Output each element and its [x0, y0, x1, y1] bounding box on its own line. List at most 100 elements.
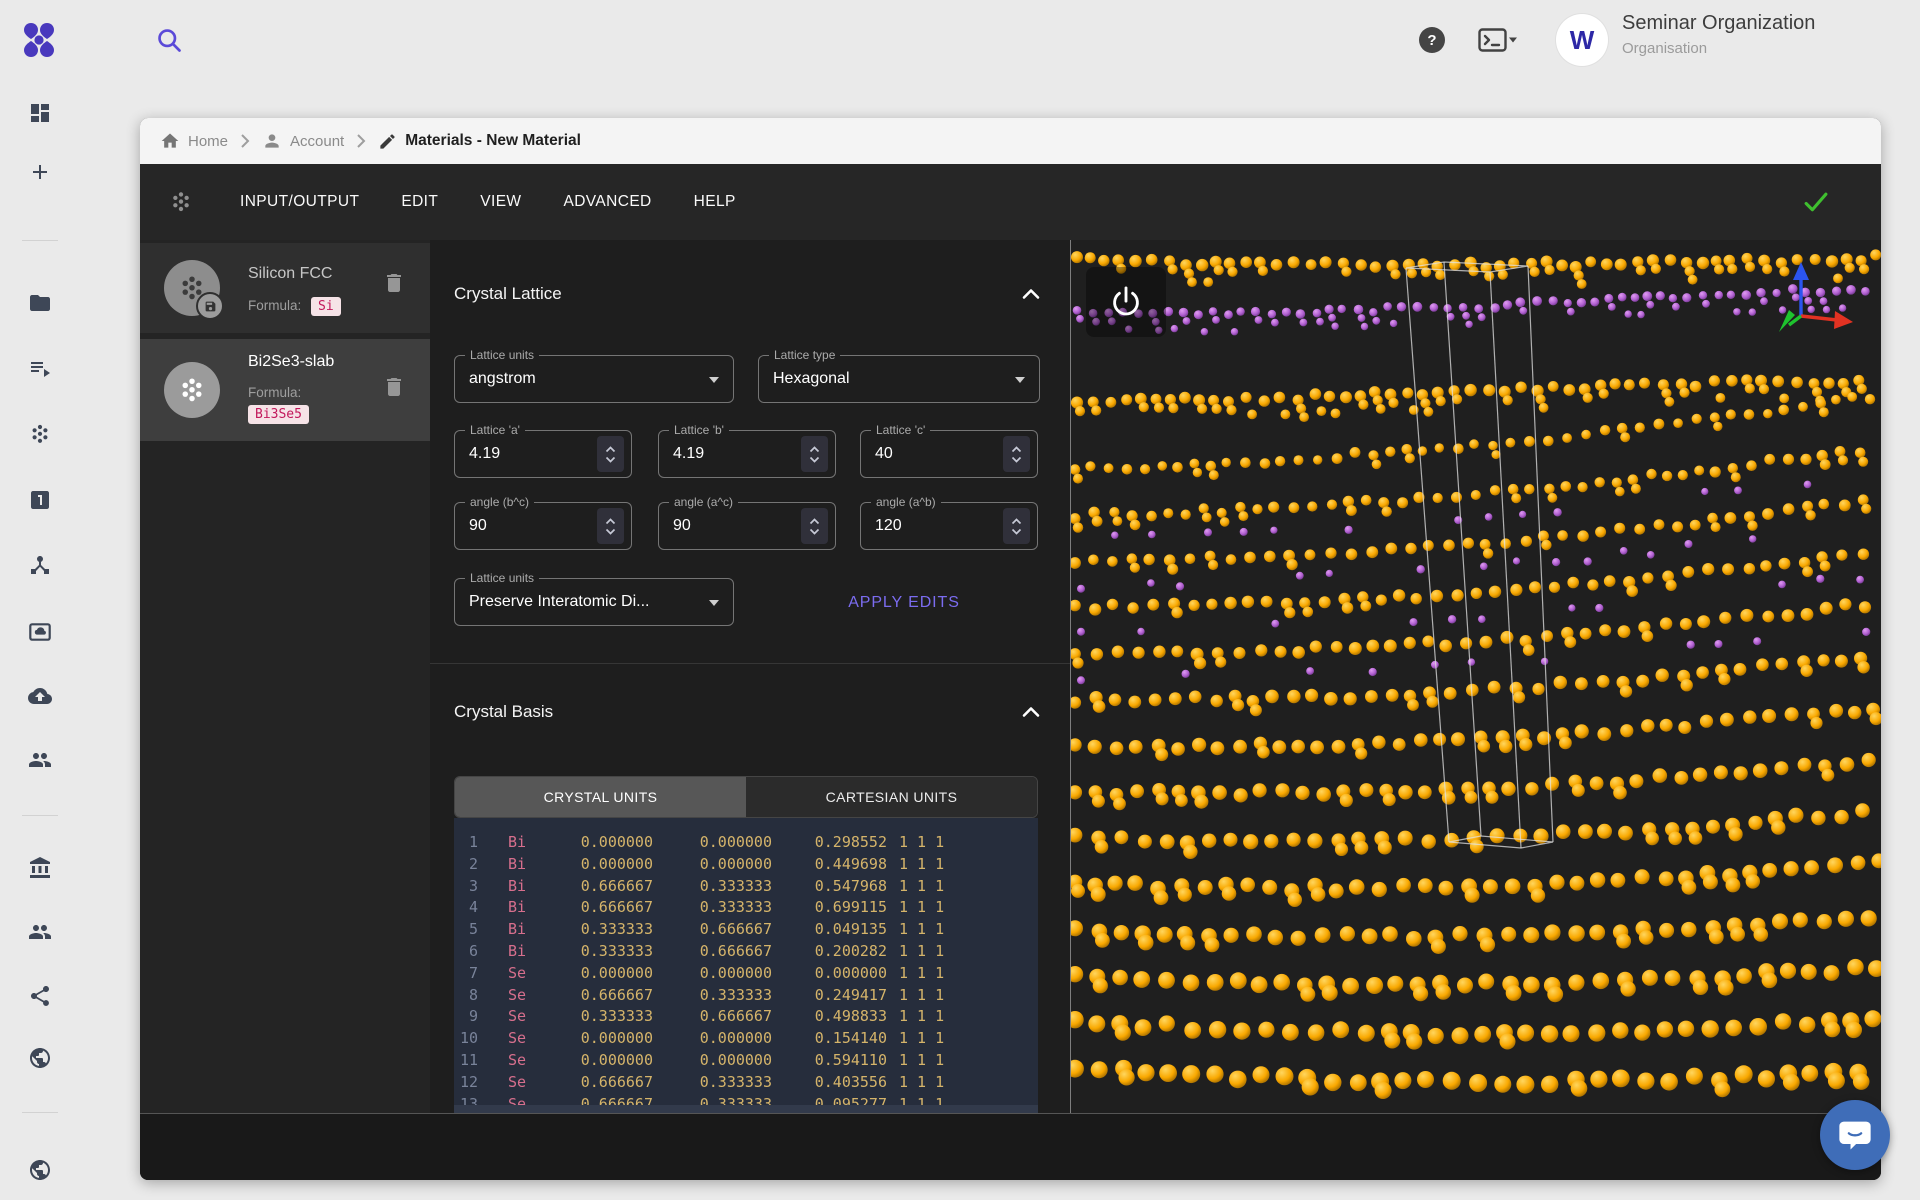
- tab-cartesian-units[interactable]: CARTESIAN UNITS: [746, 777, 1037, 817]
- structure-viewer-3d[interactable]: [1070, 240, 1881, 1113]
- field-value: Hexagonal: [773, 356, 850, 402]
- atoms-scene: [1071, 240, 1881, 1113]
- sidebar-item-share[interactable]: [28, 984, 52, 1008]
- basis-row[interactable]: 11Se0.0000000.0000000.5941101 1 1: [454, 1050, 1038, 1072]
- breadcrumb-home[interactable]: Home: [160, 131, 228, 151]
- lattice-units-select[interactable]: Lattice units angstrom: [454, 355, 734, 403]
- material-item-silicon-fcc[interactable]: Silicon FCC Formula: Si: [140, 243, 430, 333]
- menu-edit[interactable]: EDIT: [401, 193, 438, 211]
- help-button[interactable]: ?: [1419, 27, 1445, 53]
- pencil-icon: [378, 132, 397, 151]
- floppy-icon: [204, 300, 217, 313]
- chat-launcher-button[interactable]: [1820, 1100, 1890, 1170]
- sidebar-item-cloud-upload[interactable]: [28, 684, 52, 708]
- basis-row[interactable]: 5Bi0.3333330.6666670.0491351 1 1: [454, 919, 1038, 941]
- chevron-up-icon: [1011, 446, 1022, 453]
- sidebar-item-org-group[interactable]: [28, 920, 52, 944]
- org-name[interactable]: Seminar Organization: [1622, 12, 1815, 35]
- sidebar-item-jobs-playlist[interactable]: [28, 356, 52, 380]
- angle-ab-input[interactable]: angle (a^b) 120: [860, 502, 1038, 550]
- sidebar-item-projects-folder[interactable]: [28, 291, 52, 315]
- delete-material-button[interactable]: [382, 375, 406, 399]
- basis-row[interactable]: 1Bi0.0000000.0000000.2985521 1 1: [454, 832, 1038, 854]
- basis-row[interactable]: 10Se0.0000000.0000000.1541401 1 1: [454, 1028, 1038, 1050]
- chevron-up-icon: [809, 518, 820, 525]
- basis-row[interactable]: 7Se0.0000000.0000000.0000001 1 1: [454, 963, 1038, 985]
- collapse-lattice-button[interactable]: [1022, 288, 1040, 300]
- sidebar-item-bank[interactable]: [28, 856, 52, 880]
- units-handling-select[interactable]: Lattice units Preserve Interatomic Di...: [454, 578, 734, 626]
- field-value: Preserve Interatomic Di...: [469, 579, 650, 625]
- breadcrumb-current: Materials - New Material: [378, 132, 581, 151]
- viewer-power-button[interactable]: [1086, 267, 1166, 337]
- chevron-up-icon: [605, 518, 616, 525]
- basis-row[interactable]: 3Bi0.6666670.3333330.5479681 1 1: [454, 876, 1038, 898]
- sidebar-item-materials-atoms[interactable]: [28, 422, 52, 446]
- chevron-down-icon: [1015, 377, 1025, 383]
- section-divider: [430, 663, 1070, 664]
- sidebar-item-dashboard[interactable]: [28, 101, 52, 125]
- chevron-right-icon: [240, 133, 250, 149]
- sidebar-item-globe-bottom[interactable]: [28, 1158, 52, 1182]
- material-item-bi2se3-slab[interactable]: Bi2Se3-slab Formula: Bi3Se5: [140, 339, 430, 441]
- user-avatar[interactable]: W: [1556, 14, 1608, 66]
- collapse-basis-button[interactable]: [1022, 706, 1040, 718]
- number-stepper[interactable]: [597, 436, 624, 472]
- chevron-down-icon: [1011, 456, 1022, 463]
- breadcrumb-current-label: Materials - New Material: [405, 132, 581, 150]
- sidebar-item-add[interactable]: [28, 160, 52, 184]
- search-button[interactable]: [155, 26, 183, 54]
- basis-row[interactable]: 8Se0.6666670.3333330.2494171 1 1: [454, 985, 1038, 1007]
- angle-ac-input[interactable]: angle (a^c) 90: [658, 502, 836, 550]
- material-name: Bi2Se3-slab: [248, 353, 334, 371]
- lattice-c-input[interactable]: Lattice 'c' 40: [860, 430, 1038, 478]
- apply-edits-button[interactable]: APPLY EDITS: [824, 588, 984, 618]
- tab-crystal-units[interactable]: CRYSTAL UNITS: [455, 777, 746, 817]
- breadcrumb-account[interactable]: Account: [262, 131, 344, 151]
- angle-bc-input[interactable]: angle (b^c) 90: [454, 502, 632, 550]
- console-menu-button[interactable]: [1478, 26, 1518, 54]
- console-drawer[interactable]: [140, 1113, 1881, 1180]
- basis-editor[interactable]: 1Bi0.0000000.0000000.2985521 1 12Bi0.000…: [454, 818, 1038, 1113]
- lattice-a-input[interactable]: Lattice 'a' 4.19: [454, 430, 632, 478]
- sidebar-item-media-image[interactable]: [28, 620, 52, 644]
- basis-editor-scrollbar[interactable]: [454, 1105, 1038, 1113]
- delete-material-button[interactable]: [382, 271, 406, 295]
- basis-editor-rows: 1Bi0.0000000.0000000.2985521 1 12Bi0.000…: [454, 832, 1038, 1113]
- avatar-letter: W: [1570, 25, 1595, 56]
- formula-label: Formula: Si: [248, 297, 341, 316]
- lattice-b-input[interactable]: Lattice 'b' 4.19: [658, 430, 836, 478]
- chevron-up-icon: [1011, 518, 1022, 525]
- atoms-cluster-icon: [168, 189, 194, 215]
- menu-view[interactable]: VIEW: [480, 193, 521, 211]
- number-stepper[interactable]: [597, 508, 624, 544]
- basis-row[interactable]: 9Se0.3333330.6666670.4988331 1 1: [454, 1006, 1038, 1028]
- app-logo[interactable]: [20, 21, 58, 59]
- axes-gizmo: [1779, 262, 1853, 332]
- menu-input-output[interactable]: INPUT/OUTPUT: [240, 193, 359, 211]
- sidebar-item-workflows-hub[interactable]: [28, 553, 52, 577]
- menu-help[interactable]: HELP: [694, 193, 736, 211]
- menu-advanced[interactable]: ADVANCED: [563, 193, 651, 211]
- number-stepper[interactable]: [1003, 436, 1030, 472]
- unit-cell-wireframe: [1406, 262, 1553, 848]
- basis-row[interactable]: 12Se0.6666670.3333330.4035561 1 1: [454, 1072, 1038, 1094]
- material-avatar: [164, 362, 220, 418]
- formula-chip-wrap: Bi3Se5: [248, 405, 309, 424]
- basis-units-tabs: CRYSTAL UNITS CARTESIAN UNITS: [454, 776, 1038, 818]
- number-stepper[interactable]: [801, 436, 828, 472]
- number-stepper[interactable]: [801, 508, 828, 544]
- sidebar-item-public-globe[interactable]: [28, 1046, 52, 1070]
- basis-row[interactable]: 6Bi0.3333330.6666670.2002821 1 1: [454, 941, 1038, 963]
- lattice-type-select[interactable]: Lattice type Hexagonal: [758, 355, 1040, 403]
- atoms-cluster-icon: [177, 375, 207, 405]
- chevron-down-icon: [605, 528, 616, 535]
- sidebar-item-looks-one[interactable]: [28, 488, 52, 512]
- formula-chip: Bi3Se5: [248, 405, 309, 424]
- material-avatar: [164, 260, 220, 316]
- number-stepper[interactable]: [1003, 508, 1030, 544]
- sidebar-item-team-group[interactable]: [28, 748, 52, 772]
- basis-row[interactable]: 2Bi0.0000000.0000000.4496981 1 1: [454, 854, 1038, 876]
- saved-check-icon: [1802, 189, 1829, 216]
- basis-row[interactable]: 4Bi0.6666670.3333330.6991151 1 1: [454, 897, 1038, 919]
